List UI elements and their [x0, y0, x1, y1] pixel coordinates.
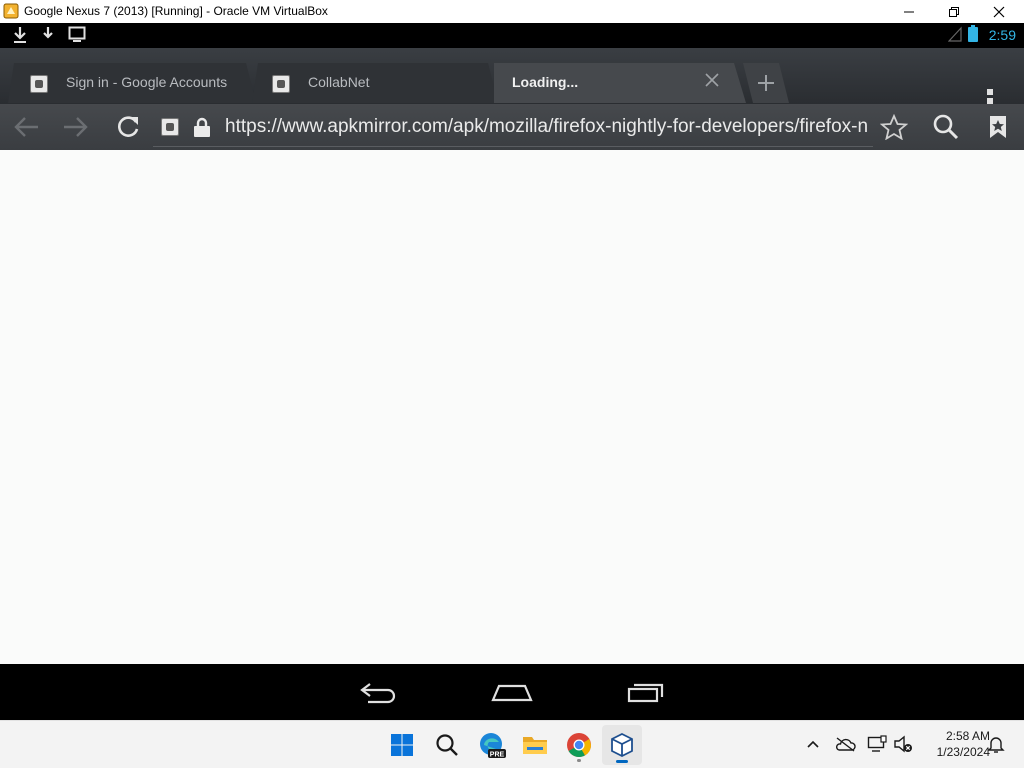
search-icon: [933, 114, 959, 140]
start-button[interactable]: [382, 725, 422, 765]
bell-icon: [987, 737, 1005, 753]
restore-icon: [949, 6, 959, 17]
volume-muted-icon: [894, 735, 912, 753]
tab-strip: Sign in - Google Accounts CollabNet Load…: [0, 48, 1024, 113]
clock-date: 1/23/2024: [936, 745, 990, 759]
taskbar-search-button[interactable]: [427, 725, 467, 765]
status-time: 2:59: [988, 27, 1016, 43]
taskbar-edge-pre-button[interactable]: PRE: [472, 725, 512, 765]
refresh-icon: [118, 116, 139, 137]
minimize-icon: [904, 11, 914, 12]
android-screen: 2:59 Sign in - Google Accounts CollabNet…: [0, 23, 1024, 720]
download-icon: [14, 27, 26, 43]
window-titlebar: Google Nexus 7 (2013) [Running] - Oracle…: [0, 0, 1024, 23]
network-tray-button[interactable]: [866, 733, 888, 755]
url-field[interactable]: https://www.apkmirror.com/apk/mozilla/fi…: [153, 108, 873, 147]
chrome-icon: [567, 733, 591, 758]
star-icon: [880, 114, 908, 140]
tab-label: CollabNet: [308, 74, 370, 90]
network-icon: [867, 735, 887, 752]
virtualbox-app-icon: [3, 3, 19, 19]
tab-close-button[interactable]: [701, 69, 723, 91]
taskbar-clock[interactable]: 2:58 AM 1/23/2024: [918, 728, 990, 760]
android-nav-bar: [0, 664, 1024, 720]
onedrive-tray-button[interactable]: [834, 733, 856, 755]
recents-icon: [627, 683, 664, 703]
forward-button[interactable]: [58, 110, 94, 144]
plus-icon: [743, 63, 789, 103]
bookmark-icon: [990, 116, 1006, 138]
restore-button[interactable]: [931, 0, 977, 23]
nav-recents-button[interactable]: [616, 674, 676, 710]
close-button[interactable]: [976, 0, 1022, 23]
download-icon: [43, 27, 53, 39]
lock-icon: [194, 117, 210, 137]
search-icon: [436, 734, 458, 756]
nav-back-button[interactable]: [348, 674, 408, 710]
tab-loading[interactable]: Loading...: [494, 63, 746, 103]
tab-collabnet[interactable]: CollabNet: [252, 63, 498, 103]
tab-favicon: [272, 75, 290, 93]
taskbar-file-explorer-button[interactable]: [515, 725, 555, 765]
tab-sign-in[interactable]: Sign in - Google Accounts: [8, 63, 256, 103]
bookmark-star-button[interactable]: [876, 110, 912, 144]
file-explorer-icon: [523, 737, 547, 754]
web-content[interactable]: [0, 150, 1024, 664]
new-tab-button[interactable]: [743, 63, 789, 103]
taskbar-virtualbox-button[interactable]: [602, 725, 642, 765]
active-indicator: [616, 760, 628, 763]
search-button[interactable]: [928, 110, 964, 144]
status-bar: 2:59: [0, 23, 1024, 48]
tab-label: Loading...: [512, 74, 579, 90]
window-title: Google Nexus 7 (2013) [Running] - Oracle…: [24, 4, 328, 18]
cloud-off-icon: [835, 737, 856, 752]
minimize-button[interactable]: [886, 0, 932, 23]
taskbar-chrome-button[interactable]: [559, 725, 599, 765]
volume-tray-button[interactable]: [892, 733, 914, 755]
arrow-left-icon: [14, 117, 38, 137]
signal-icon: [948, 26, 962, 42]
site-favicon: [161, 118, 179, 136]
url-text[interactable]: https://www.apkmirror.com/apk/mozilla/fi…: [225, 116, 867, 138]
nav-home-button[interactable]: [482, 674, 542, 710]
screen-icon: [68, 26, 86, 42]
windows-taskbar: PRE 2:58 AM 1/23/2024: [0, 720, 1024, 768]
notifications-button[interactable]: [985, 733, 1007, 755]
close-icon: [993, 6, 1005, 17]
tab-favicon: [30, 75, 48, 93]
show-hidden-icons-button[interactable]: [802, 733, 824, 755]
chevron-up-icon: [807, 740, 819, 748]
bookmarks-button[interactable]: [980, 110, 1016, 144]
edge-badge: PRE: [490, 752, 505, 759]
edge-pre-icon: PRE: [480, 733, 506, 759]
running-indicator: [577, 759, 581, 762]
battery-icon: [968, 25, 978, 42]
windows-start-icon: [391, 734, 413, 756]
reload-button[interactable]: [110, 110, 146, 144]
back-icon: [360, 683, 396, 704]
virtualbox-icon: [611, 732, 633, 758]
clock-time: 2:58 AM: [945, 729, 990, 743]
arrow-right-icon: [64, 117, 88, 137]
close-icon: [705, 73, 719, 87]
url-toolbar: https://www.apkmirror.com/apk/mozilla/fi…: [0, 104, 1024, 152]
tab-label: Sign in - Google Accounts: [66, 74, 228, 90]
back-button[interactable]: [8, 110, 44, 144]
home-icon: [491, 684, 533, 702]
